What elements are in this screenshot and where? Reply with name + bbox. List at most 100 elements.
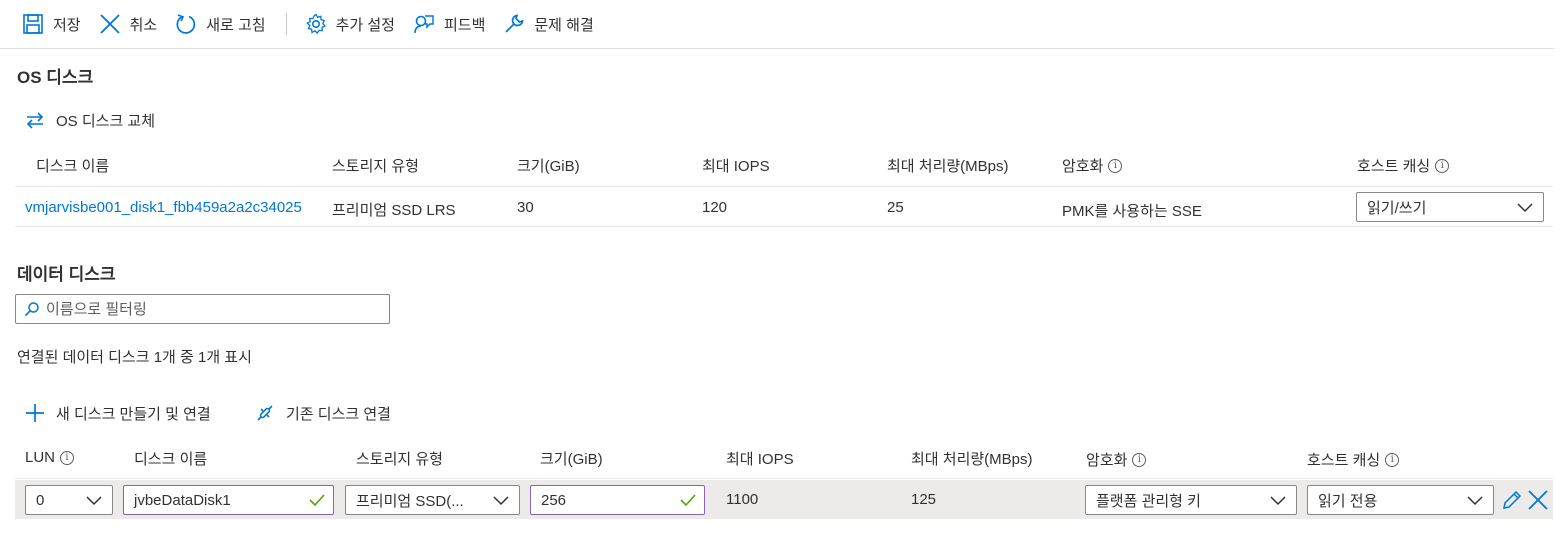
swap-os-disk-button[interactable]: OS 디스크 교체	[24, 109, 155, 131]
create-attach-label: 새 디스크 만들기 및 연결	[56, 405, 211, 423]
command-bar: 저장 취소 새로 고침 추가 설정 피드백 문제 해결	[0, 0, 1554, 49]
checkmark-icon	[680, 494, 696, 507]
chevron-down-icon	[1467, 496, 1483, 506]
lun-dropdown[interactable]: 0	[25, 485, 113, 515]
row-divider	[15, 186, 1553, 187]
data-col-name: 디스크 이름	[134, 448, 207, 469]
filter-box[interactable]	[15, 294, 390, 324]
data-disk-iops: 1100	[726, 491, 759, 508]
os-disk-title: OS 디스크	[17, 68, 94, 87]
os-col-storage-label: 스토리지 유형	[332, 158, 419, 175]
os-disk-throughput: 25	[887, 199, 904, 216]
settings-button[interactable]: 추가 설정	[305, 8, 395, 40]
os-col-iops: 최대 IOPS	[702, 155, 770, 176]
os-col-throughput: 최대 처리량(MBps)	[887, 155, 1009, 176]
data-disks-title: 데이터 디스크	[17, 265, 116, 284]
feedback-icon	[414, 15, 434, 34]
troubleshoot-label: 문제 해결	[534, 16, 594, 34]
disk-size-field[interactable]: 256	[530, 485, 705, 515]
info-icon[interactable]: i	[1435, 158, 1450, 173]
add-icon	[26, 404, 44, 422]
data-col-encryption: 암호화 i	[1086, 449, 1147, 470]
os-disk-size: 30	[517, 199, 534, 216]
data-disk-count: 연결된 데이터 디스크 1개 중 1개 표시	[17, 349, 252, 366]
data-col-caching: 호스트 캐싱 i	[1307, 449, 1400, 470]
caching-value: 읽기 전용	[1318, 492, 1378, 510]
search-icon	[24, 302, 39, 317]
os-col-size-label: 크기(GiB)	[517, 158, 580, 175]
feedback-button[interactable]: 피드백	[413, 8, 485, 40]
refresh-icon	[176, 14, 196, 34]
os-col-caching-label: 호스트 캐싱	[1357, 158, 1431, 175]
refresh-button[interactable]: 새로 고침	[175, 8, 266, 40]
data-col-throughput-label: 최대 처리량(MBps)	[911, 451, 1033, 468]
toolbar-divider	[285, 13, 287, 35]
caching-dropdown[interactable]: 읽기 전용	[1307, 485, 1494, 515]
data-col-size-label: 크기(GiB)	[540, 451, 603, 468]
edit-icon[interactable]	[1501, 489, 1523, 511]
data-col-encryption-label: 암호화	[1086, 452, 1128, 469]
storage-type-value: 프리미엄 SSD(...	[356, 492, 464, 510]
save-button[interactable]: 저장	[22, 8, 81, 40]
filter-input[interactable]	[46, 300, 366, 318]
os-col-name: 디스크 이름	[36, 155, 109, 176]
chevron-down-icon	[493, 496, 509, 506]
data-disk-throughput: 125	[911, 491, 937, 508]
os-disk-iops: 120	[702, 199, 728, 216]
link-icon	[257, 405, 273, 421]
swap-icon	[26, 112, 44, 129]
disk-name-field[interactable]: jvbeDataDisk1	[123, 485, 334, 515]
row-divider	[15, 478, 1553, 479]
os-col-storage: 스토리지 유형	[332, 155, 419, 176]
troubleshoot-button[interactable]: 문제 해결	[503, 8, 594, 40]
os-disk-encryption: PMK를 사용하는 SSE	[1062, 203, 1202, 220]
os-col-size: 크기(GiB)	[517, 155, 580, 176]
create-attach-disk-button[interactable]: 새 디스크 만들기 및 연결	[24, 402, 211, 424]
encryption-dropdown[interactable]: 플랫폼 관리형 키	[1085, 485, 1297, 515]
os-disk-name-link[interactable]: vmjarvisbe001_disk1_fbb459a2a2c34025	[25, 199, 313, 216]
chevron-down-icon	[86, 496, 102, 506]
info-icon[interactable]: i	[1108, 158, 1123, 173]
data-col-throughput: 최대 처리량(MBps)	[911, 448, 1033, 469]
save-icon	[23, 14, 43, 34]
os-col-encryption-label: 암호화	[1062, 158, 1104, 175]
os-col-throughput-label: 최대 처리량(MBps)	[887, 158, 1009, 175]
swap-os-disk-label: OS 디스크 교체	[56, 112, 156, 130]
settings-label: 추가 설정	[335, 16, 395, 34]
data-col-iops: 최대 IOPS	[726, 448, 794, 469]
cancel-button[interactable]: 취소	[99, 8, 158, 40]
os-col-caching: 호스트 캐싱 i	[1357, 155, 1450, 176]
storage-type-dropdown[interactable]: 프리미엄 SSD(...	[345, 485, 520, 515]
cancel-label: 취소	[129, 16, 158, 34]
os-caching-value: 읽기/쓰기	[1367, 199, 1427, 217]
gear-icon	[305, 13, 326, 35]
disk-size-value: 256	[541, 491, 567, 509]
encryption-value: 플랫폼 관리형 키	[1096, 492, 1201, 510]
data-col-name-label: 디스크 이름	[134, 451, 208, 468]
data-col-lun-label: LUN	[25, 449, 56, 466]
info-icon[interactable]: i	[1385, 452, 1400, 467]
data-col-lun: LUN i	[25, 449, 75, 466]
delete-icon[interactable]	[1527, 489, 1549, 511]
lun-value: 0	[36, 491, 45, 509]
attach-existing-disk-button[interactable]: 기존 디스크 연결	[254, 402, 391, 424]
refresh-label: 새로 고침	[206, 16, 266, 34]
data-col-storage: 스토리지 유형	[356, 448, 443, 469]
attach-existing-label: 기존 디스크 연결	[286, 405, 391, 423]
data-col-size: 크기(GiB)	[540, 448, 603, 469]
data-col-iops-label: 최대 IOPS	[726, 451, 794, 468]
data-col-caching-label: 호스트 캐싱	[1307, 452, 1381, 469]
data-col-storage-label: 스토리지 유형	[356, 451, 443, 468]
os-col-name-label: 디스크 이름	[36, 158, 110, 175]
chevron-down-icon	[1517, 203, 1533, 213]
feedback-label: 피드백	[443, 16, 486, 34]
os-col-encryption: 암호화 i	[1062, 155, 1123, 176]
os-disk-storage: 프리미엄 SSD LRS	[332, 202, 456, 219]
chevron-down-icon	[1270, 496, 1286, 506]
info-icon[interactable]: i	[1132, 452, 1147, 467]
disk-name-value: jvbeDataDisk1	[134, 491, 231, 509]
info-icon[interactable]: i	[60, 450, 75, 465]
os-caching-dropdown[interactable]: 읽기/쓰기	[1356, 192, 1544, 222]
os-col-iops-label: 최대 IOPS	[702, 158, 770, 175]
row-divider	[15, 226, 1553, 227]
